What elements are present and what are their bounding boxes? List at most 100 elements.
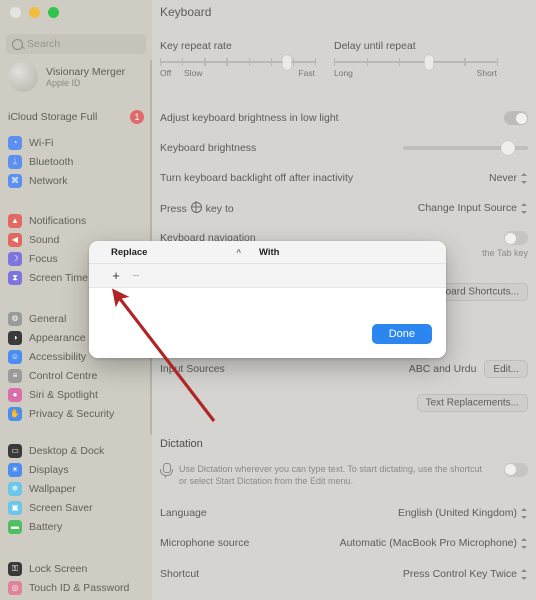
sidebar-group-lock: ⚿ Lock Screen ◎ Touch ID & Password [5, 559, 147, 597]
icloud-badge: 1 [130, 110, 144, 124]
slider-tick [226, 58, 228, 66]
sidebar-item-network[interactable]: ⌘ Network [5, 171, 147, 190]
backlight-inactivity-value: Never [488, 172, 517, 184]
adjust-brightness-low-light-row[interactable]: Adjust keyboard brightness in low light [160, 109, 528, 127]
chevron-up-icon: ^ [236, 247, 241, 257]
minimize-window-button[interactable] [29, 7, 40, 18]
sidebar-item-battery[interactable]: ▬ Battery [5, 517, 147, 536]
account-row[interactable]: Visionary Merger Apple ID [8, 62, 125, 92]
dictation-toggle[interactable] [504, 463, 528, 477]
delay-until-repeat-label: Delay until repeat [334, 40, 416, 52]
dictation-description-line1: Use Dictation wherever you can type text… [179, 464, 482, 474]
dictation-language-value: English (United Kingdom) [397, 507, 517, 519]
slider-tick [248, 58, 250, 66]
slider-tick [270, 58, 272, 66]
icloud-storage-row[interactable]: iCloud Storage Full 1 [8, 110, 144, 124]
text-replacements-button[interactable]: Text Replacements... [416, 393, 528, 412]
speaker-icon: ◀ [8, 232, 22, 247]
keyboard-navigation-hint: the Tab key [482, 248, 528, 258]
slider-tick [497, 58, 499, 66]
press-globe-key-label: Press key to [160, 201, 234, 215]
sidebar-item-label: Lock Screen [29, 562, 88, 575]
sidebar-item-label: Network [29, 174, 68, 187]
wifi-icon: ◔ [8, 135, 22, 150]
sidebar-item-label: Displays [29, 463, 69, 476]
globe-icon [190, 201, 202, 213]
done-button[interactable]: Done [371, 324, 432, 344]
sidebar-item-privacy-security[interactable]: ✋ Privacy & Security [5, 404, 147, 423]
key-repeat-rate-slider[interactable]: Key repeat rate Off Slow Fast [160, 40, 317, 78]
sidebar-item-bluetooth[interactable]: ᛦ Bluetooth [5, 152, 147, 171]
dictation-language-popup[interactable]: English (United Kingdom) [398, 507, 528, 520]
input-sources-row[interactable]: Input Sources ABC and Urdu Edit... [160, 360, 528, 378]
slider-tick [334, 58, 336, 66]
close-window-button[interactable] [10, 7, 21, 18]
sidebar-item-wallpaper[interactable]: ❄ Wallpaper [5, 479, 147, 498]
chevron-updown-icon [521, 507, 528, 520]
sidebar-item-touch-id-password[interactable]: ◎ Touch ID & Password [5, 578, 147, 597]
slider-tick [464, 58, 466, 66]
sidebar-item-notifications[interactable]: ▲ Notifications [5, 211, 147, 230]
column-header-replace[interactable]: Replace ^ [89, 247, 249, 258]
sidebar-item-screen-saver[interactable]: ▣ Screen Saver [5, 498, 147, 517]
search-input[interactable]: Search [6, 34, 146, 54]
sidebar-item-desktop-dock[interactable]: ▭ Desktop & Dock [5, 441, 147, 460]
slider-tick [399, 58, 401, 66]
add-replacement-button[interactable]: + [107, 267, 125, 285]
press-globe-key-popup[interactable]: Change Input Source [418, 202, 528, 215]
desktop-dock-icon: ▭ [8, 443, 22, 458]
key-repeat-rate-label: Key repeat rate [160, 40, 232, 52]
keyboard-brightness-row[interactable]: Keyboard brightness [160, 139, 528, 157]
sidebar-item-wi-fi[interactable]: ◔ Wi-Fi [5, 133, 147, 152]
dictation-shortcut-popup[interactable]: Press Control Key Twice [403, 568, 528, 581]
sidebar-item-label: Notifications [29, 214, 87, 227]
backlight-inactivity-popup[interactable]: Never [489, 172, 528, 185]
maximize-window-button[interactable] [48, 7, 59, 18]
sidebar-item-lock-screen[interactable]: ⚿ Lock Screen [5, 559, 147, 578]
adjust-brightness-low-light-toggle[interactable] [504, 111, 528, 125]
sidebar-item-label: Bluetooth [29, 155, 74, 168]
dictation-shortcut-value: Press Control Key Twice [402, 568, 517, 580]
sidebar-item-label: Focus [29, 252, 58, 265]
sidebar-item-label: Wi-Fi [29, 136, 54, 149]
dictation-description-line2: or select Start Dictation from the Edit … [179, 476, 354, 486]
keyboard-brightness-knob[interactable] [501, 141, 515, 155]
lock-icon: ⚿ [8, 561, 22, 576]
search-icon [12, 38, 23, 50]
microphone-source-row[interactable]: Microphone source Automatic (MacBook Pro… [160, 534, 528, 552]
delay-until-repeat-slider[interactable]: Delay until repeat Long Short [334, 40, 499, 78]
microphone-source-label: Microphone source [160, 537, 250, 549]
sidebar-item-control-centre[interactable]: ≡ Control Centre [5, 366, 147, 385]
dictation-language-row[interactable]: Language English (United Kingdom) [160, 504, 528, 522]
chevron-updown-icon [521, 537, 528, 550]
sidebar-item-siri-spotlight[interactable]: ● Siri & Spotlight [5, 385, 147, 404]
control-centre-icon: ≡ [8, 368, 22, 383]
sidebar-item-label: Appearance [29, 331, 86, 344]
hourglass-icon: ⧗ [8, 270, 22, 285]
delay-short-label: Short [476, 67, 497, 78]
sidebar-item-label: Privacy & Security [29, 407, 115, 420]
microphone-source-popup[interactable]: Automatic (MacBook Pro Microphone) [340, 537, 528, 550]
sidebar-item-displays[interactable]: ☀ Displays [5, 460, 147, 479]
dictation-description-row[interactable]: Use Dictation wherever you can type text… [160, 463, 528, 487]
replacements-table-header: Replace ^ With [89, 241, 446, 264]
dialog-footer: Done [89, 310, 446, 358]
dictation-shortcut-label: Shortcut [160, 568, 200, 580]
press-globe-key-value: Change Input Source [417, 202, 517, 214]
dictation-heading: Dictation [160, 438, 203, 450]
slider-tick [182, 58, 184, 66]
backlight-inactivity-row[interactable]: Turn keyboard backlight off after inacti… [160, 169, 528, 187]
chevron-updown-icon [521, 202, 528, 215]
dictation-shortcut-row[interactable]: Shortcut Press Control Key Twice [160, 565, 528, 583]
text-replacements-button-wrap[interactable]: Text Replacements... [416, 392, 528, 412]
sidebar-item-label: Desktop & Dock [29, 444, 105, 457]
chevron-updown-icon [521, 568, 528, 581]
search-placeholder: Search [27, 38, 61, 50]
keyboard-brightness-slider[interactable] [403, 141, 528, 155]
input-sources-edit-button[interactable]: Edit... [484, 360, 528, 378]
adjust-brightness-low-light-label: Adjust keyboard brightness in low light [160, 112, 339, 124]
microphone-source-value: Automatic (MacBook Pro Microphone) [339, 537, 517, 549]
press-globe-key-row[interactable]: Press key to Change Input Source [160, 199, 528, 217]
sidebar-item-label: General [29, 312, 67, 325]
keyboard-navigation-toggle[interactable] [504, 231, 528, 245]
